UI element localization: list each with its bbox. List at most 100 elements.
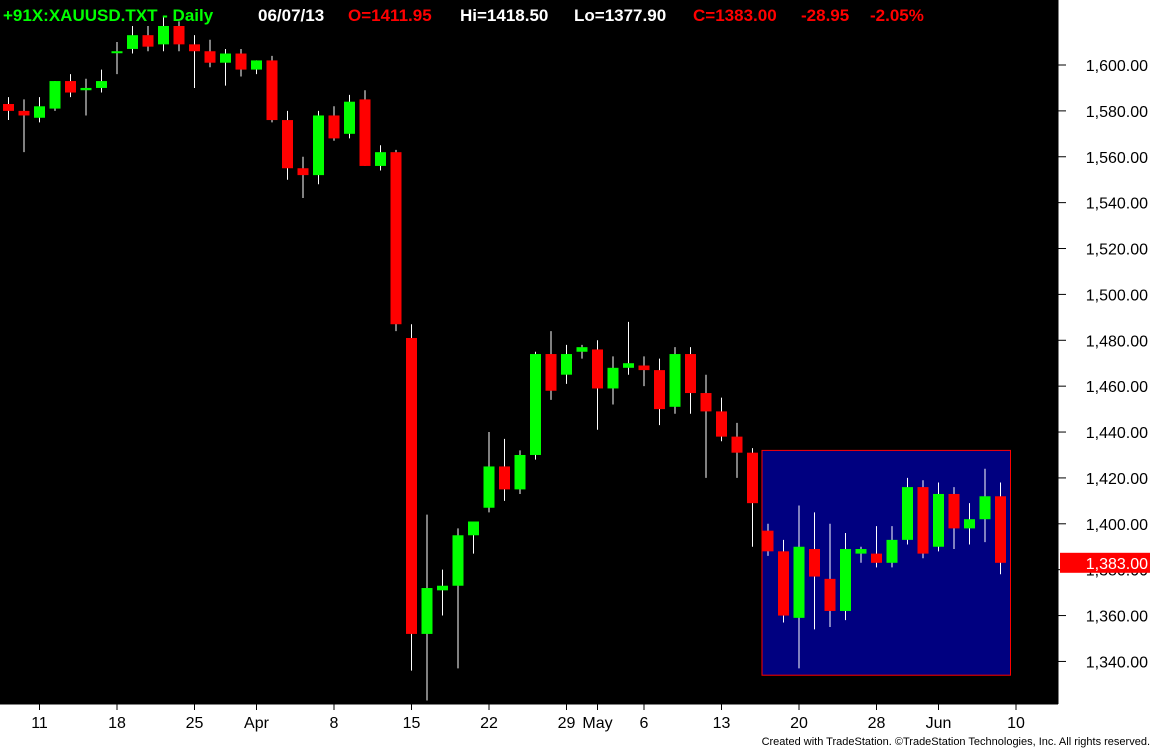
- candle-body-down: [390, 152, 402, 325]
- candle-body-down: [266, 60, 278, 121]
- y-tick-label: 1,340.00: [1086, 654, 1148, 671]
- candle-body-up: [375, 152, 386, 166]
- header-change: -28.95: [801, 6, 849, 25]
- candle-body-up: [468, 521, 479, 536]
- candle-body-up: [669, 354, 681, 407]
- x-tick-label: 6: [640, 715, 649, 732]
- candle-body-up: [561, 354, 572, 375]
- y-tick-label: 1,520.00: [1086, 242, 1148, 259]
- candle-body-down: [235, 53, 247, 70]
- candle-body-down: [65, 81, 76, 93]
- y-tick-label: 1,440.00: [1086, 425, 1148, 442]
- candle-body-down: [3, 103, 14, 111]
- candle: [390, 149, 402, 332]
- price-chart: 1,340.001,360.001,380.001,400.001,420.00…: [0, 0, 1152, 748]
- candle-body-up: [902, 487, 913, 540]
- candle-body-up: [313, 115, 324, 176]
- candle: [266, 55, 278, 123]
- candle-body-up: [530, 354, 541, 455]
- y-tick-label: 1,600.00: [1086, 58, 1148, 75]
- candle-body-down: [747, 452, 758, 504]
- candle-body-down: [18, 110, 30, 116]
- candle-body-up: [514, 454, 526, 490]
- candle: [778, 539, 789, 623]
- candle-body-up: [49, 81, 61, 109]
- x-tick-label: 22: [480, 715, 498, 732]
- x-tick-label: 11: [31, 715, 48, 732]
- candle-body-down: [142, 35, 154, 47]
- header-low: Lo=1377.90: [574, 6, 666, 25]
- candle-body-down: [297, 168, 309, 176]
- x-tick-label: May: [582, 715, 612, 732]
- candle-body-down: [654, 370, 665, 410]
- candle-body-down: [359, 99, 371, 166]
- y-tick-label: 1,460.00: [1086, 379, 1148, 396]
- candle-body-down: [995, 496, 1006, 563]
- candle: [406, 324, 417, 671]
- candle-body-up: [158, 26, 169, 45]
- candle: [995, 482, 1006, 575]
- candle-body-down: [406, 337, 417, 634]
- candle: [902, 477, 913, 545]
- candle-body-up: [886, 539, 898, 563]
- candle-body-up: [452, 535, 464, 586]
- candle-body-down: [809, 549, 820, 577]
- candle-body-up: [421, 588, 433, 634]
- header-change-pct: -2.05%: [870, 6, 924, 25]
- header-date: 06/07/13: [258, 6, 324, 25]
- candle-body-down: [173, 26, 185, 45]
- candle: [917, 480, 929, 559]
- candle-body-up: [437, 585, 448, 591]
- footer-credit: Created with TradeStation. ©TradeStation…: [762, 736, 1150, 748]
- candle: [359, 90, 371, 166]
- candle-body-down: [328, 115, 340, 139]
- x-tick-label: Apr: [244, 715, 270, 732]
- candle-body-down: [700, 393, 712, 412]
- candle: [669, 347, 681, 414]
- header-symbol: +91X:XAUUSD.TXT - Daily: [3, 6, 214, 25]
- candle-body-up: [607, 367, 619, 389]
- y-tick-label: 1,360.00: [1086, 609, 1148, 626]
- candle-body-up: [576, 347, 588, 352]
- last-price-marker: 1,383.00: [1060, 552, 1150, 573]
- candle-body-up: [220, 53, 231, 63]
- candle-body-up: [979, 496, 991, 520]
- candle-body-down: [189, 44, 200, 52]
- candle-body-down: [499, 466, 510, 490]
- candle-body-down: [716, 411, 727, 437]
- header-high: Hi=1418.50: [460, 6, 548, 25]
- candle-body-up: [623, 363, 634, 368]
- candle-body-up: [96, 81, 107, 88]
- y-tick-label: 1,480.00: [1086, 333, 1148, 350]
- header-close: C=1383.00: [693, 6, 777, 25]
- x-tick-label: 25: [186, 715, 204, 732]
- candle-body-up: [483, 466, 495, 508]
- candle-body-up: [840, 549, 851, 611]
- y-tick-label: 1,420.00: [1086, 471, 1148, 488]
- x-tick-label: Jun: [926, 715, 952, 732]
- candle: [49, 81, 61, 111]
- x-tick-label: 15: [403, 715, 421, 732]
- y-tick-label: 1,500.00: [1086, 287, 1148, 304]
- candle-body-down: [282, 120, 293, 169]
- x-tick-label: 28: [868, 715, 886, 732]
- header-open: O=1411.95: [348, 6, 432, 25]
- y-tick-label: 1,540.00: [1086, 196, 1148, 213]
- candle-body-up: [127, 35, 138, 49]
- y-tick-label: 1,560.00: [1086, 150, 1148, 167]
- candle-body-down: [948, 493, 960, 529]
- candle-body-up: [80, 87, 92, 91]
- candle-body-down: [638, 365, 650, 371]
- candle-body-down: [824, 578, 836, 611]
- x-tick-label: 13: [713, 715, 731, 732]
- candle: [514, 450, 526, 494]
- candle-body-down: [917, 487, 929, 554]
- candle-body-up: [34, 106, 45, 118]
- candle-body-up: [964, 519, 975, 529]
- candle-body-up: [793, 546, 805, 618]
- candle-body-up: [855, 549, 867, 554]
- last-price-label: 1,383.00: [1086, 556, 1148, 573]
- x-tick-label: 10: [1007, 715, 1025, 732]
- y-tick-label: 1,400.00: [1086, 517, 1148, 534]
- y-tick-label: 1,580.00: [1086, 104, 1148, 121]
